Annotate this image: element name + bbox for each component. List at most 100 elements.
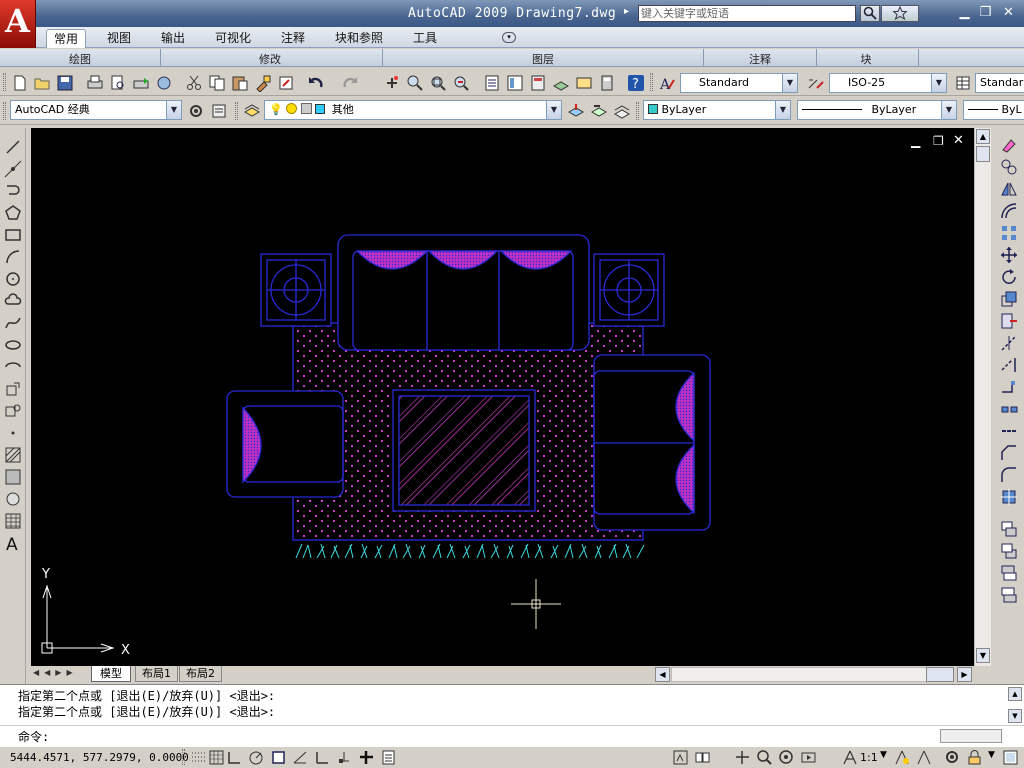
tab-home[interactable]: 常用 xyxy=(46,29,87,48)
draw-order-above-icon[interactable] xyxy=(1000,564,1018,582)
workspace-save-icon[interactable] xyxy=(209,101,227,119)
tab-tools[interactable]: 工具 xyxy=(406,29,444,48)
tab-layout2[interactable]: 布局2 xyxy=(179,666,222,682)
zoom-previous-icon[interactable] xyxy=(451,73,469,91)
table-style-icon[interactable] xyxy=(954,73,972,91)
dynamic-ucs-icon[interactable] xyxy=(314,749,331,766)
zoom-icon[interactable] xyxy=(756,749,773,766)
linetype-select[interactable]: ByLayer ▼ xyxy=(797,100,957,120)
hatch-icon[interactable] xyxy=(4,446,22,464)
extend-icon[interactable] xyxy=(1000,356,1018,374)
status-menu-arrow-icon[interactable]: ▼ xyxy=(988,750,995,760)
paste-icon[interactable] xyxy=(230,73,248,91)
ellipse-arc-icon[interactable] xyxy=(4,358,22,376)
draw-order-back-icon[interactable] xyxy=(1000,542,1018,560)
scroll-left-arrow-icon[interactable]: ◀ xyxy=(655,667,670,682)
layer-on-bulb-icon[interactable]: 💡 xyxy=(269,103,283,116)
panel-modify[interactable]: 修改 xyxy=(230,51,310,67)
dimension-style-icon[interactable] xyxy=(806,73,824,91)
tab-model[interactable]: 模型 xyxy=(91,666,131,682)
pan-realtime-icon[interactable] xyxy=(382,73,400,91)
workspace-switching-icon[interactable] xyxy=(944,749,961,766)
erase-icon[interactable] xyxy=(1000,136,1018,154)
tab-output[interactable]: 输出 xyxy=(154,29,192,48)
object-snap-tracking-icon[interactable] xyxy=(292,749,309,766)
coordinates-readout[interactable]: 5444.4571, 577.2979, 0.0000 xyxy=(10,751,189,764)
workspace-settings-icon[interactable] xyxy=(186,101,204,119)
make-object-layer-current-icon[interactable] xyxy=(566,101,585,119)
steering-wheel-icon[interactable] xyxy=(778,749,795,766)
scale-icon[interactable] xyxy=(1000,290,1018,308)
stretch-icon[interactable] xyxy=(1000,312,1018,330)
circle-icon[interactable] xyxy=(4,270,22,288)
search-input[interactable]: 键入关键字或短语 xyxy=(638,5,856,22)
dynamic-input-icon[interactable] xyxy=(336,749,353,766)
match-properties-icon[interactable] xyxy=(253,73,271,93)
search-expand-arrow-icon[interactable]: ▸ xyxy=(624,6,629,17)
offset-icon[interactable] xyxy=(1000,202,1018,220)
scroll-right-arrow-icon[interactable]: ▶ xyxy=(957,667,972,682)
pan-icon[interactable] xyxy=(734,749,751,766)
make-block-icon[interactable] xyxy=(4,402,22,420)
quick-view-layouts-icon[interactable] xyxy=(694,749,711,766)
table-icon[interactable] xyxy=(4,512,22,530)
zoom-realtime-icon[interactable] xyxy=(405,73,423,91)
line-icon[interactable] xyxy=(4,138,22,156)
draw-order-front-icon[interactable] xyxy=(1000,520,1018,538)
tab-annotate[interactable]: 注释 xyxy=(274,29,312,48)
tab-view[interactable]: 视图 xyxy=(100,29,138,48)
help-icon[interactable]: ? xyxy=(626,73,644,92)
annotation-scale-value[interactable]: 1:1 xyxy=(860,751,878,764)
print-preview-icon[interactable] xyxy=(108,73,126,91)
close-button[interactable]: ✕ xyxy=(998,3,1019,23)
open-folder-icon[interactable] xyxy=(32,73,50,91)
polar-tracking-icon[interactable] xyxy=(248,749,265,766)
chamfer-icon[interactable] xyxy=(1000,444,1018,462)
block-editor-icon[interactable] xyxy=(276,73,294,91)
polyline-icon[interactable] xyxy=(4,182,22,200)
panel-block[interactable]: 块 xyxy=(826,51,906,67)
annotation-scale-dropdown-icon[interactable]: ▼ xyxy=(880,750,887,760)
move-icon[interactable] xyxy=(1000,246,1018,264)
ortho-mode-icon[interactable] xyxy=(226,749,243,766)
grid-display-icon[interactable] xyxy=(208,749,225,766)
arc-icon[interactable] xyxy=(4,248,22,266)
revision-cloud-icon[interactable] xyxy=(4,292,22,310)
3d-dwf-icon[interactable] xyxy=(154,73,172,91)
rotate-icon[interactable] xyxy=(1000,268,1018,286)
layout-nav-arrows-icon[interactable]: ◀◀▶▶ xyxy=(33,668,78,677)
cut-icon[interactable] xyxy=(184,73,202,91)
command-prompt[interactable]: 命令: xyxy=(18,728,49,745)
rectangle-icon[interactable] xyxy=(4,226,22,244)
array-icon[interactable] xyxy=(1000,224,1018,242)
region-icon[interactable] xyxy=(4,490,22,508)
panel-layers[interactable]: 图层 xyxy=(503,51,583,67)
design-center-icon[interactable] xyxy=(505,73,523,91)
gradient-icon[interactable] xyxy=(4,468,22,486)
sheet-set-manager-icon[interactable] xyxy=(551,73,570,91)
quickcalc-icon[interactable] xyxy=(597,73,615,91)
panel-annotation[interactable]: 注释 xyxy=(720,51,800,67)
text-style-icon[interactable]: A xyxy=(657,73,675,93)
tab-visualize[interactable]: 可视化 xyxy=(208,29,258,48)
construction-line-icon[interactable] xyxy=(4,160,22,178)
explode-icon[interactable] xyxy=(1000,488,1018,506)
horizontal-scroll-thumb[interactable] xyxy=(926,667,954,682)
command-scroll-up-icon[interactable]: ▲ xyxy=(1008,687,1022,701)
lineweight-toggle-icon[interactable] xyxy=(358,749,375,766)
insert-block-icon[interactable] xyxy=(4,380,22,398)
horizontal-scrollbar[interactable] xyxy=(671,667,941,682)
copy-icon[interactable] xyxy=(207,73,225,91)
text-style-select[interactable]: Standard ▼ xyxy=(680,73,798,93)
ribbon-minimize-icon[interactable]: ▾ xyxy=(502,32,516,43)
markup-set-manager-icon[interactable] xyxy=(574,73,592,91)
publish-icon[interactable] xyxy=(131,73,149,91)
break-icon[interactable] xyxy=(1000,400,1018,418)
scroll-thumb[interactable] xyxy=(976,146,990,162)
panel-draw[interactable]: 绘图 xyxy=(40,51,120,67)
redo-icon[interactable] xyxy=(340,73,358,91)
mirror-icon[interactable] xyxy=(1000,180,1018,198)
showmotion-icon[interactable] xyxy=(800,749,817,766)
properties-icon[interactable] xyxy=(482,73,500,91)
object-snap-icon[interactable] xyxy=(270,749,287,766)
